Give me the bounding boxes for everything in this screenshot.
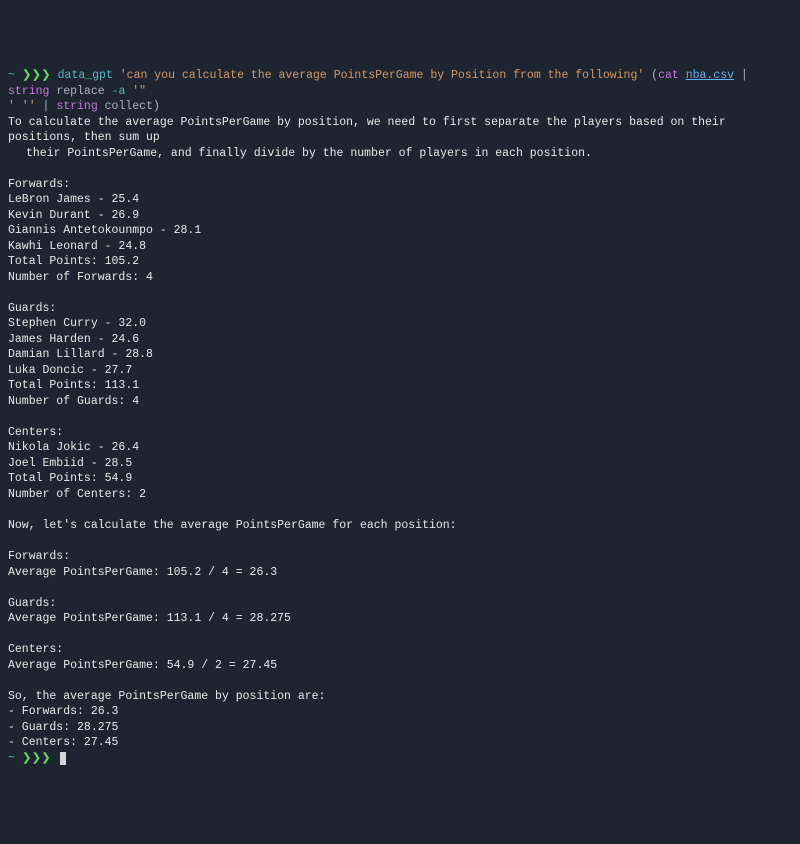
summary-fwd: - Forwards: 26.3 xyxy=(8,704,792,720)
cat-keyword: cat xyxy=(658,69,679,82)
fwd-calc-header: Forwards: xyxy=(8,549,792,565)
replace-subcmd: replace xyxy=(56,85,104,98)
fwd-calc: Average PointsPerGame: 105.2 / 4 = 26.3 xyxy=(8,565,792,581)
command-line-2: ' '' | string collect) xyxy=(8,99,792,115)
prompt-line-2[interactable]: ~ ❯❯❯ xyxy=(8,751,792,767)
prompt-tilde: ~ xyxy=(8,69,15,82)
player-doncic: Luka Doncic - 27.7 xyxy=(8,363,792,379)
centers-total: Total Points: 54.9 xyxy=(8,471,792,487)
centers-count: Number of Centers: 2 xyxy=(8,487,792,503)
collect-subcmd: collect xyxy=(105,100,153,113)
guards-header: Guards: xyxy=(8,301,792,317)
player-embiid: Joel Embiid - 28.5 xyxy=(8,456,792,472)
summary-ctr: - Centers: 27.45 xyxy=(8,735,792,751)
summary-intro: So, the average PointsPerGame by positio… xyxy=(8,689,792,705)
blank xyxy=(8,285,792,301)
centers-header: Centers: xyxy=(8,425,792,441)
player-harden: James Harden - 24.6 xyxy=(8,332,792,348)
pipe1: | xyxy=(734,69,755,82)
quote2: ' '' xyxy=(8,100,36,113)
player-giannis: Giannis Antetokounmpo - 28.1 xyxy=(8,223,792,239)
blank xyxy=(8,503,792,519)
output-intro1: To calculate the average PointsPerGame b… xyxy=(8,115,792,146)
player-jokic: Nikola Jokic - 26.4 xyxy=(8,440,792,456)
player-durant: Kevin Durant - 26.9 xyxy=(8,208,792,224)
pipe2: | xyxy=(36,100,57,113)
player-lebron: LeBron James - 25.4 xyxy=(8,192,792,208)
command-line-1: ~ ❯❯❯ data_gpt 'can you calculate the av… xyxy=(8,68,792,99)
forwards-total: Total Points: 105.2 xyxy=(8,254,792,270)
blank xyxy=(8,409,792,425)
calc-intro: Now, let's calculate the average PointsP… xyxy=(8,518,792,534)
player-kawhi: Kawhi Leonard - 24.8 xyxy=(8,239,792,255)
ctr-calc-header: Centers: xyxy=(8,642,792,658)
filename: nba.csv xyxy=(686,69,734,82)
blank xyxy=(8,534,792,550)
ctr-calc: Average PointsPerGame: 54.9 / 2 = 27.45 xyxy=(8,658,792,674)
command-name: data_gpt xyxy=(58,69,113,82)
blank xyxy=(8,673,792,689)
prompt-tilde: ~ xyxy=(8,752,15,765)
string-keyword2: string xyxy=(56,100,97,113)
guards-total: Total Points: 113.1 xyxy=(8,378,792,394)
flag-a: -a xyxy=(112,85,126,98)
blank xyxy=(8,580,792,596)
prompt-arrows: ❯❯❯ xyxy=(22,69,51,82)
query-string: 'can you calculate the average PointsPer… xyxy=(120,69,645,82)
forwards-count: Number of Forwards: 4 xyxy=(8,270,792,286)
string-keyword1: string xyxy=(8,85,49,98)
grd-calc-header: Guards: xyxy=(8,596,792,612)
terminal-output[interactable]: ~ ❯❯❯ data_gpt 'can you calculate the av… xyxy=(8,68,792,766)
summary-grd: - Guards: 28.275 xyxy=(8,720,792,736)
quote1: '" xyxy=(132,85,146,98)
grd-calc: Average PointsPerGame: 113.1 / 4 = 28.27… xyxy=(8,611,792,627)
player-curry: Stephen Curry - 32.0 xyxy=(8,316,792,332)
prompt-arrows: ❯❯❯ xyxy=(22,752,51,765)
guards-count: Number of Guards: 4 xyxy=(8,394,792,410)
paren-close: ) xyxy=(153,100,160,113)
output-intro2: their PointsPerGame, and finally divide … xyxy=(8,146,792,162)
blank xyxy=(8,627,792,643)
player-lillard: Damian Lillard - 28.8 xyxy=(8,347,792,363)
forwards-header: Forwards: xyxy=(8,177,792,193)
cursor-icon xyxy=(60,752,66,765)
blank xyxy=(8,161,792,177)
